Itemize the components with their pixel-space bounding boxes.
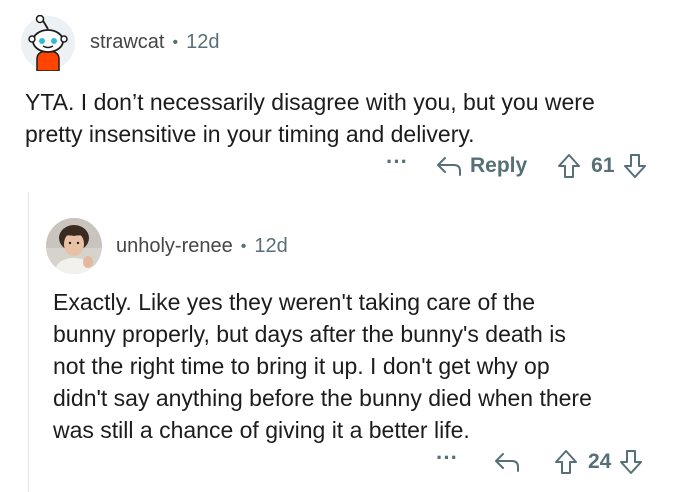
thread-line[interactable] <box>28 192 29 492</box>
username[interactable]: unholy-renee <box>116 235 233 258</box>
reply-button[interactable]: Reply <box>436 154 527 178</box>
upvote-arrow-icon[interactable] <box>554 449 578 475</box>
comment-actions: ··· 24 <box>436 447 643 475</box>
avatar[interactable] <box>20 14 76 72</box>
vote-controls: 61 <box>557 153 646 179</box>
comment-body: YTA. I don’t necessarily disagree with y… <box>25 89 595 147</box>
comment-meta: strawcat • 12d <box>90 31 219 54</box>
separator-dot: • <box>240 237 247 255</box>
comment-age: 12d <box>254 235 288 257</box>
downvote-arrow-icon[interactable] <box>619 449 643 475</box>
comment-meta: unholy-renee • 12d <box>116 235 288 258</box>
downvote-arrow-icon[interactable] <box>623 153 647 179</box>
snoo-avatar-icon <box>21 14 75 72</box>
more-options-button[interactable]: ··· <box>436 447 458 469</box>
separator-dot: • <box>172 33 179 51</box>
reply-label: Reply <box>469 154 528 177</box>
comment-actions: ··· Reply 61 <box>386 151 647 179</box>
reply-arrow-icon <box>494 451 520 473</box>
more-options-button[interactable]: ··· <box>386 151 408 173</box>
upvote-arrow-icon[interactable] <box>557 153 581 179</box>
avatar[interactable] <box>46 218 102 274</box>
vote-score: 61 <box>591 154 615 177</box>
vote-controls: 24 <box>554 449 643 475</box>
reply-arrow-icon <box>436 155 462 177</box>
comment-body: Exactly. Like yes they weren't taking ca… <box>53 289 592 443</box>
vote-score: 24 <box>587 450 612 473</box>
comment-age: 12d <box>186 31 220 53</box>
username[interactable]: strawcat <box>90 31 164 54</box>
photo-avatar-icon <box>46 218 102 274</box>
reply-button[interactable] <box>494 451 520 473</box>
